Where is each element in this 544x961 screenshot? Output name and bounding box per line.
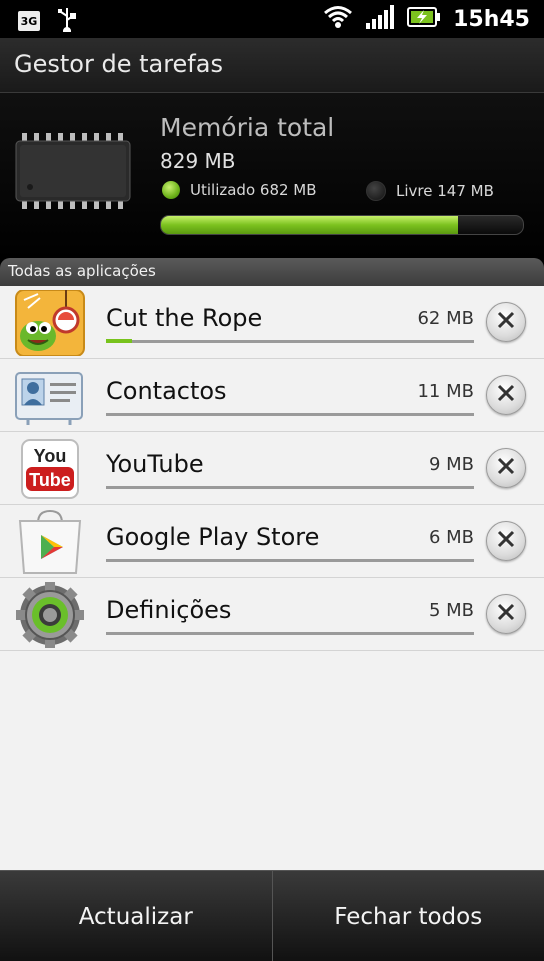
app-usage-bar — [106, 486, 474, 489]
app-name: YouTube — [106, 450, 204, 478]
page-title: Gestor de tarefas — [14, 50, 223, 78]
bottom-action-bar: Actualizar Fechar todos — [0, 870, 544, 961]
cut-the-rope-icon — [14, 290, 86, 356]
settings-icon — [14, 582, 86, 648]
clock: 15h45 — [453, 7, 530, 32]
close-icon — [496, 383, 516, 407]
app-name: Definições — [106, 596, 231, 624]
section-header: Todas as aplicações — [0, 258, 544, 286]
wifi-icon — [323, 4, 353, 34]
app-size: 62 MB — [417, 308, 474, 329]
app-usage-bar — [106, 559, 474, 562]
close-app-button[interactable] — [486, 521, 526, 561]
free-label: Livre 147 MB — [396, 182, 494, 200]
usb-icon — [56, 6, 78, 36]
network-3g-badge: 3G — [18, 11, 40, 31]
close-app-button[interactable] — [486, 375, 526, 415]
app-size: 11 MB — [417, 381, 474, 402]
app-size: 9 MB — [429, 454, 474, 475]
free-dot-icon — [366, 181, 386, 201]
close-app-button[interactable] — [486, 448, 526, 488]
memory-usage-fill — [161, 216, 458, 234]
app-row-cut-the-rope[interactable]: Cut the Rope 62 MB — [0, 286, 544, 359]
close-app-button[interactable] — [486, 302, 526, 342]
contacts-icon — [14, 363, 86, 429]
close-app-button[interactable] — [486, 594, 526, 634]
app-row-contactos[interactable]: Contactos 11 MB — [0, 359, 544, 432]
app-usage-bar — [106, 413, 474, 416]
memory-chip-icon — [14, 131, 132, 221]
memory-usage-bar — [160, 215, 524, 235]
app-name: Cut the Rope — [106, 304, 262, 332]
refresh-button[interactable]: Actualizar — [0, 871, 273, 961]
close-icon — [496, 456, 516, 480]
youtube-icon: You Tube — [14, 436, 86, 502]
close-icon — [496, 529, 516, 553]
app-name: Google Play Store — [106, 523, 319, 551]
app-usage-bar — [106, 340, 474, 343]
section-title: Todas as aplicações — [8, 262, 156, 280]
app-row-youtube[interactable]: You Tube YouTube 9 MB — [0, 432, 544, 505]
svg-text:You: You — [34, 446, 67, 466]
app-row-definicoes[interactable]: Definições 5 MB — [0, 578, 544, 651]
app-row-google-play-store[interactable]: Google Play Store 6 MB — [0, 505, 544, 578]
app-usage-bar — [106, 632, 474, 635]
legend-free: Livre 147 MB — [366, 181, 494, 201]
close-icon — [496, 310, 516, 334]
title-bar: Gestor de tarefas — [0, 38, 544, 93]
app-size: 6 MB — [429, 527, 474, 548]
app-name: Contactos — [106, 377, 227, 405]
app-size: 5 MB — [429, 600, 474, 621]
signal-icon — [365, 5, 395, 33]
used-dot-icon — [162, 181, 180, 199]
memory-title: Memória total — [160, 113, 334, 142]
app-list: Cut the Rope 62 MB Contactos 11 — [0, 286, 544, 870]
app-usage-fill — [106, 339, 132, 343]
status-bar: 3G — [0, 0, 544, 39]
memory-summary: Memória total 829 MB Utilizado 682 MB Li… — [0, 93, 544, 260]
close-all-button[interactable]: Fechar todos — [273, 871, 544, 961]
play-store-icon — [14, 509, 86, 575]
battery-charging-icon — [407, 6, 441, 32]
svg-text:Tube: Tube — [29, 470, 71, 490]
legend-used: Utilizado 682 MB — [162, 181, 317, 199]
used-label: Utilizado 682 MB — [190, 181, 317, 199]
close-icon — [496, 602, 516, 626]
memory-total: 829 MB — [160, 149, 236, 173]
